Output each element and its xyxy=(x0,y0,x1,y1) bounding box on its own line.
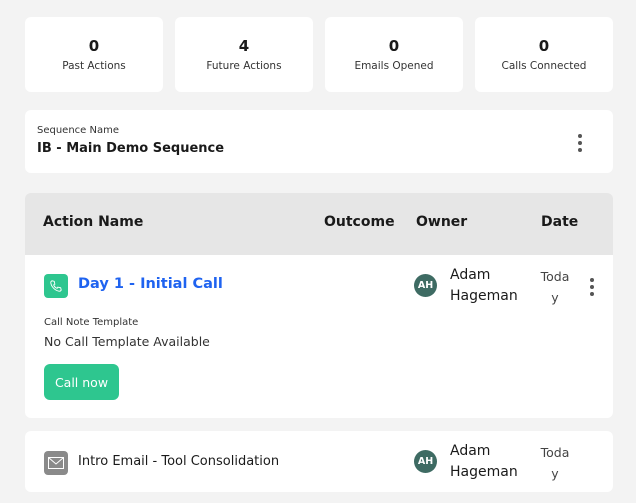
header-outcome: Outcome xyxy=(324,214,395,230)
avatar: AH xyxy=(414,450,437,473)
header-owner: Owner xyxy=(416,214,468,230)
stat-value: 0 xyxy=(388,37,400,55)
sequence-more-icon[interactable] xyxy=(577,134,583,152)
mail-icon xyxy=(44,451,68,475)
action-date: Today xyxy=(540,269,570,305)
header-action-name: Action Name xyxy=(43,214,144,230)
call-note-value: No Call Template Available xyxy=(44,334,210,349)
owner-name: Adam Hageman xyxy=(450,443,518,480)
stat-value: 0 xyxy=(538,37,550,55)
call-now-button[interactable]: Call now xyxy=(44,364,119,400)
stat-label: Calls Connected xyxy=(501,60,587,72)
owner-name: Adam Hageman xyxy=(450,267,518,304)
stat-label: Past Actions xyxy=(62,60,126,72)
action-date: Today xyxy=(540,445,570,481)
action-title-link[interactable]: Intro Email - Tool Consolidation xyxy=(78,454,279,469)
stat-past-actions: 0 Past Actions xyxy=(25,17,163,92)
stat-calls-connected: 0 Calls Connected xyxy=(475,17,613,92)
stat-emails-opened: 0 Emails Opened xyxy=(325,17,463,92)
sequence-name: IB - Main Demo Sequence xyxy=(37,141,225,156)
stat-value: 0 xyxy=(88,37,100,55)
row-more-icon[interactable] xyxy=(589,278,595,296)
action-title-link[interactable]: Day 1 - Initial Call xyxy=(78,276,223,292)
table-row: Intro Email - Tool Consolidation AH Adam… xyxy=(25,431,613,492)
stat-future-actions: 4 Future Actions xyxy=(175,17,313,92)
phone-icon xyxy=(44,274,68,298)
table-row: Day 1 - Initial Call Call Note Template … xyxy=(25,255,613,418)
stat-label: Future Actions xyxy=(206,60,282,72)
table-header: Action Name Outcome Owner Date xyxy=(25,193,613,255)
stat-label: Emails Opened xyxy=(354,60,434,72)
stat-value: 4 xyxy=(238,37,250,55)
sequence-label: Sequence Name xyxy=(37,125,120,136)
header-date: Date xyxy=(541,214,579,230)
sequence-card: Sequence Name IB - Main Demo Sequence xyxy=(25,110,613,173)
avatar: AH xyxy=(414,274,437,297)
call-note-label: Call Note Template xyxy=(44,317,139,328)
